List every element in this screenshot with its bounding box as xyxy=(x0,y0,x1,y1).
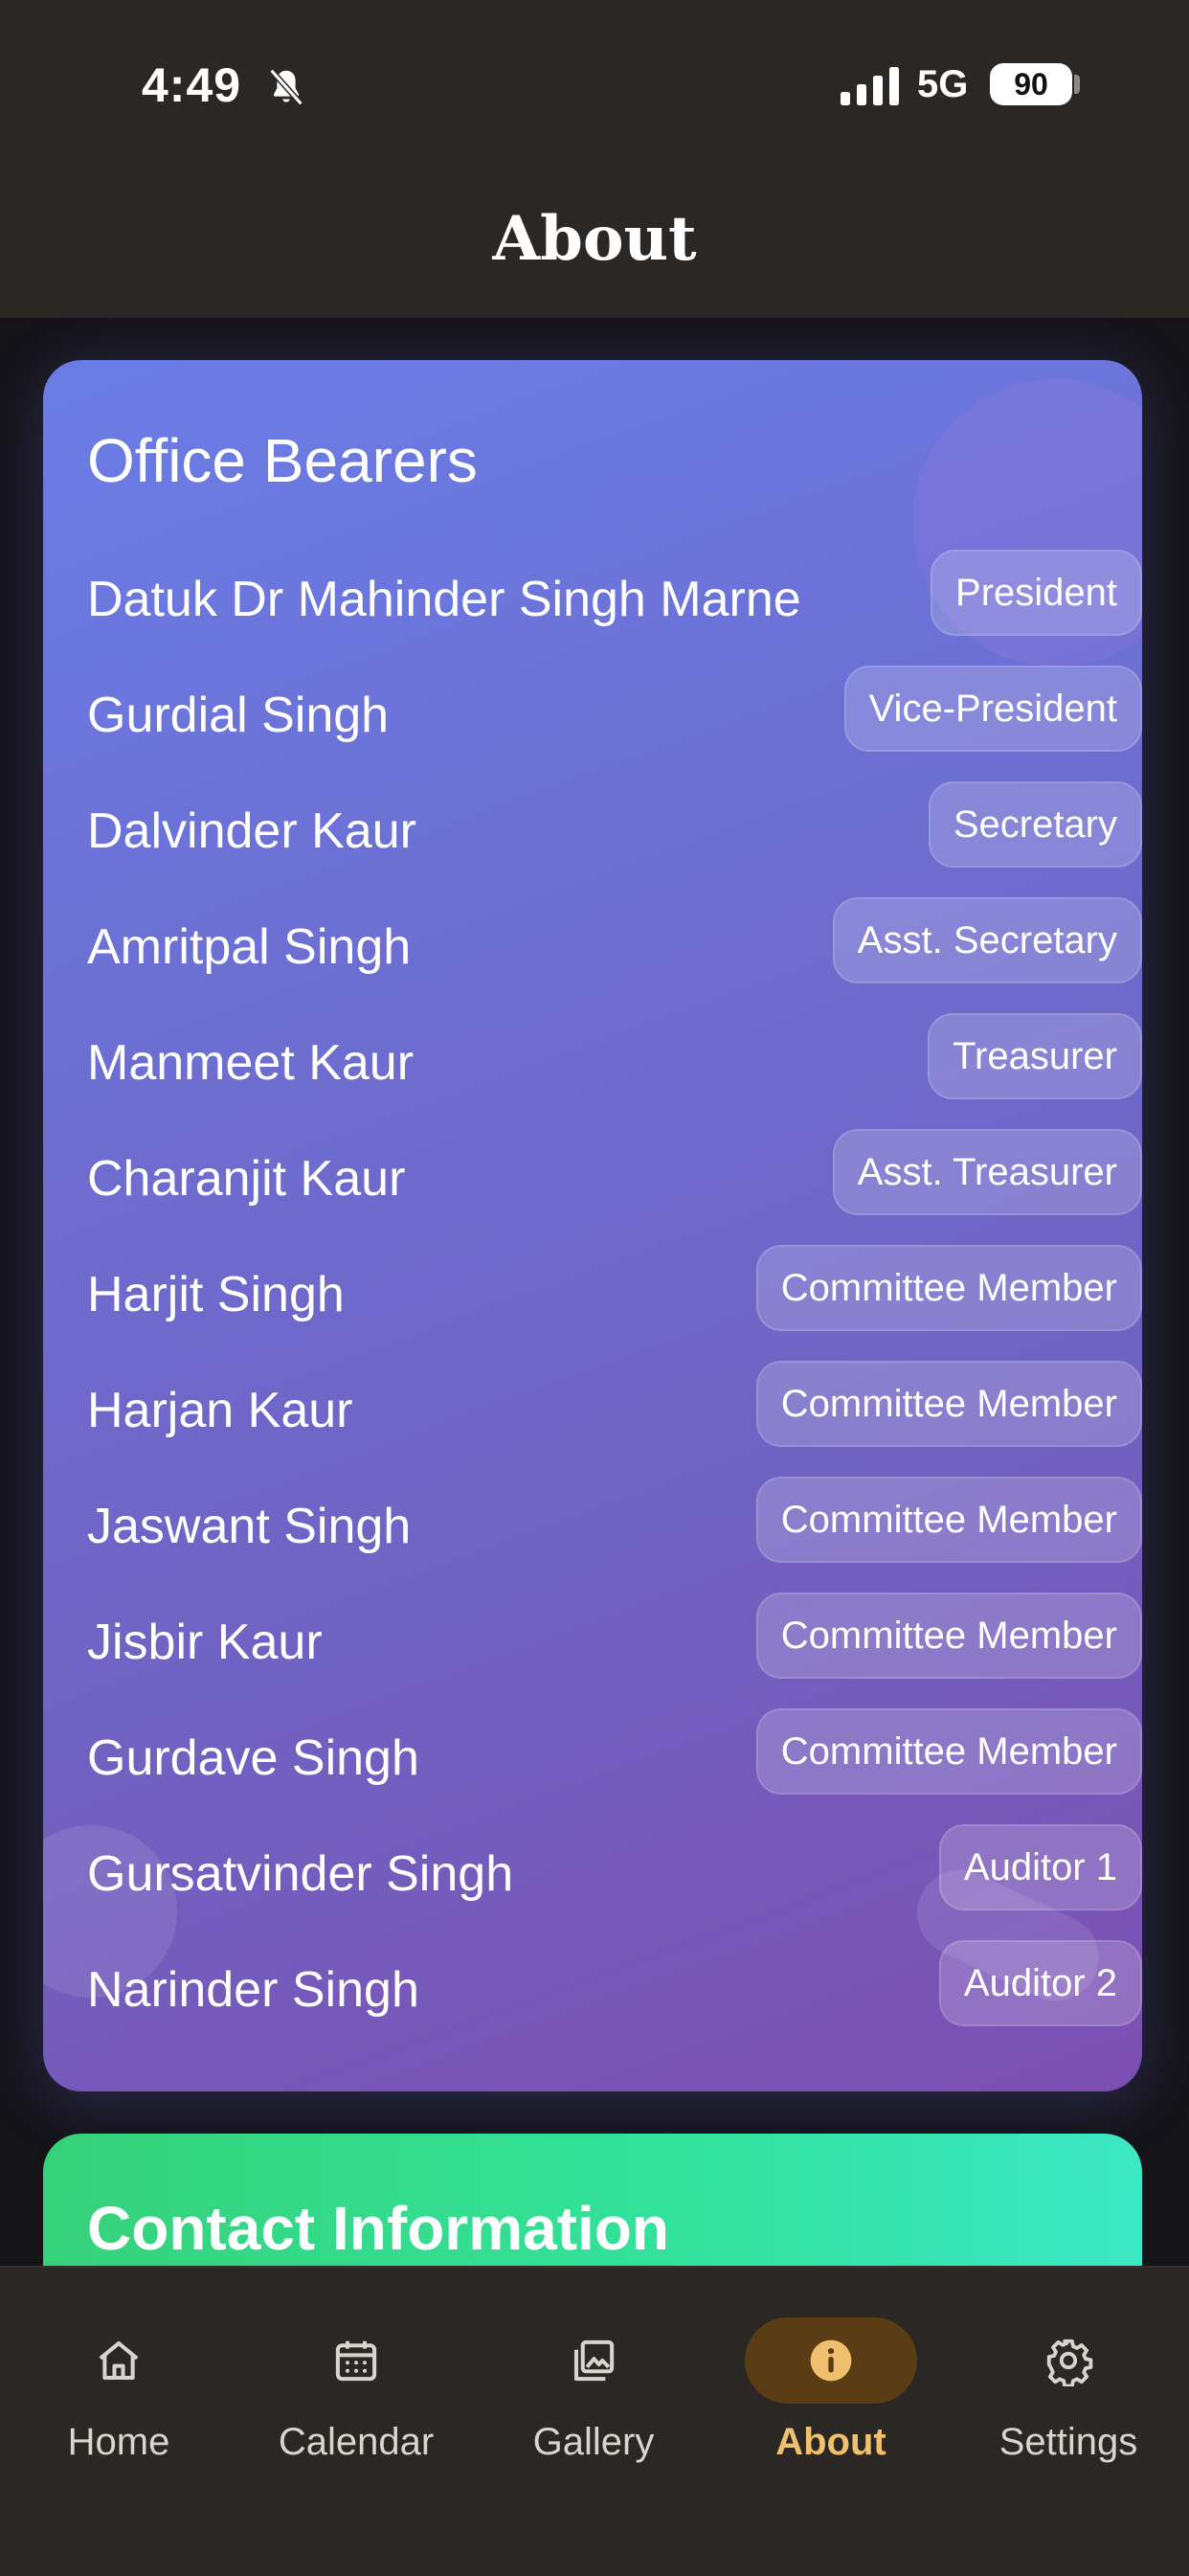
nav-icon-pill xyxy=(33,2317,205,2404)
role-badge: Auditor 1 xyxy=(938,1824,1142,1910)
officer-name: Gursatvinder Singh xyxy=(87,1846,514,1902)
officer-name: Harjit Singh xyxy=(87,1267,345,1322)
officer-row: Harjit Singh Committee Member xyxy=(87,1237,1142,1353)
officer-name: Jaswant Singh xyxy=(87,1499,412,1554)
battery-indicator: 90 xyxy=(990,63,1072,105)
officer-row: Jisbir Kaur Committee Member xyxy=(87,1585,1142,1701)
network-type: 5G xyxy=(917,63,969,105)
office-bearers-card: Office Bearers Datuk Dr Mahinder Singh M… xyxy=(43,360,1142,2091)
officer-row: Narinder Singh Auditor 2 xyxy=(87,1932,1142,2048)
office-bearers-title: Office Bearers xyxy=(87,426,478,495)
nav-icon-pill xyxy=(507,2317,680,2404)
gear-icon xyxy=(1046,2339,1093,2386)
officer-row: Jaswant Singh Committee Member xyxy=(87,1469,1142,1585)
nav-icon-pill-active xyxy=(745,2317,917,2404)
bottom-navigation: Home Calendar Gallery About Settings xyxy=(0,2266,1189,2576)
officer-row: Dalvinder Kaur Secretary xyxy=(87,774,1142,890)
role-badge: Asst. Treasurer xyxy=(832,1129,1142,1215)
home-icon xyxy=(99,2340,139,2381)
nav-label-settings: Settings xyxy=(998,2421,1138,2463)
officer-row: Gurdial Singh Vice-President xyxy=(87,658,1142,774)
top-bar: 4:49 5G 90 About xyxy=(0,0,1189,318)
officer-row: Manmeet Kaur Treasurer xyxy=(87,1006,1142,1121)
nav-label-home: Home xyxy=(67,2421,170,2463)
officer-row: Gurdave Singh Committee Member xyxy=(87,1701,1142,1817)
officer-name: Gurdial Singh xyxy=(87,688,390,743)
nav-label-calendar: Calendar xyxy=(278,2421,435,2463)
signal-icon xyxy=(841,67,899,105)
calendar-icon xyxy=(335,2340,377,2382)
nav-item-settings[interactable]: Settings xyxy=(953,2296,1183,2478)
nav-icon-pill xyxy=(982,2317,1155,2404)
officer-name: Manmeet Kaur xyxy=(87,1035,415,1091)
nav-item-calendar[interactable]: Calendar xyxy=(241,2296,471,2478)
battery-cap xyxy=(1074,75,1080,94)
office-bearers-list: Datuk Dr Mahinder Singh Marne President Gu… xyxy=(87,542,1142,2048)
role-badge: Vice-President xyxy=(843,666,1142,752)
officer-name: Amritpal Singh xyxy=(87,919,412,975)
officer-name: Datuk Dr Mahinder Singh Marne xyxy=(87,572,801,627)
nav-icon-pill xyxy=(270,2317,442,2404)
nav-item-gallery[interactable]: Gallery xyxy=(479,2296,708,2478)
officer-name: Dalvinder Kaur xyxy=(87,803,416,859)
officer-name: Jisbir Kaur xyxy=(87,1615,323,1670)
officer-name: Harjan Kaur xyxy=(87,1383,353,1438)
officer-name: Gurdave Singh xyxy=(87,1730,419,1786)
officer-row: Gursatvinder Singh Auditor 1 xyxy=(87,1817,1142,1932)
nav-item-about[interactable]: About xyxy=(716,2296,946,2478)
role-badge: Treasurer xyxy=(928,1013,1142,1099)
nav-label-gallery: Gallery xyxy=(532,2421,655,2463)
role-badge: Committee Member xyxy=(755,1361,1142,1447)
bell-muted-icon xyxy=(269,68,303,106)
officer-row: Amritpal Singh Asst. Secretary xyxy=(87,890,1142,1006)
gallery-icon xyxy=(573,2339,615,2382)
page-title: About xyxy=(492,203,697,275)
nav-label-about: About xyxy=(775,2421,886,2463)
status-bar: 4:49 5G 90 xyxy=(0,0,1189,172)
status-time: 4:49 xyxy=(142,58,242,112)
nav-item-home[interactable]: Home xyxy=(4,2296,234,2478)
officer-row: Charanjit Kaur Asst. Treasurer xyxy=(87,1121,1142,1237)
officer-row: Datuk Dr Mahinder Singh Marne President xyxy=(87,542,1142,658)
role-badge: Auditor 2 xyxy=(938,1940,1142,2026)
role-badge: Committee Member xyxy=(755,1245,1142,1331)
info-icon xyxy=(810,2339,852,2382)
officer-row: Harjan Kaur Committee Member xyxy=(87,1353,1142,1469)
role-badge: Committee Member xyxy=(755,1477,1142,1563)
officer-name: Narinder Singh xyxy=(87,1962,419,2018)
contact-information-title: Contact Information xyxy=(87,2194,669,2263)
role-badge: Asst. Secretary xyxy=(832,897,1142,983)
role-badge: Secretary xyxy=(928,781,1142,868)
role-badge: Committee Member xyxy=(755,1593,1142,1679)
role-badge: Committee Member xyxy=(755,1708,1142,1795)
officer-name: Charanjit Kaur xyxy=(87,1151,406,1207)
role-badge: President xyxy=(931,550,1142,636)
